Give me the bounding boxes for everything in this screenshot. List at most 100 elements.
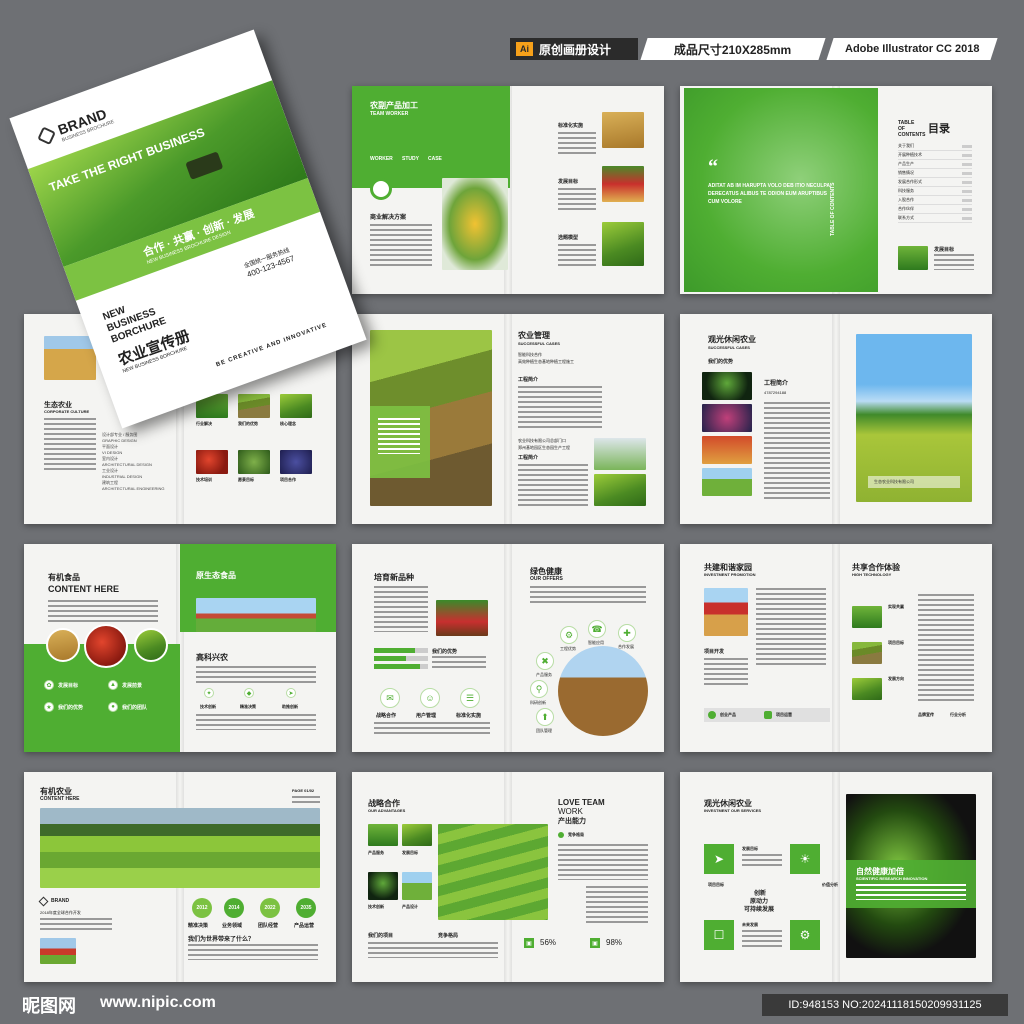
spread5-photo-0 [702, 372, 752, 400]
toc-item: 联系方式 [898, 214, 972, 223]
spread8-photo-r0 [852, 606, 882, 628]
footer-url[interactable]: www.nipic.com [100, 994, 216, 1012]
spread8-lines-2 [704, 658, 748, 686]
cooperation-icon: ✚ [618, 624, 636, 642]
spread-new-varieties: 培育新品种 我们的优势 ✉ ☺ ☰ 战略合作 用户管理 标准化实施 绿色健康 O… [352, 544, 664, 752]
spread1-title: 农副产品加工 [370, 101, 418, 110]
spread3-grid-label-2: 核心理念 [280, 421, 296, 426]
spread5-label: 我们的优势 [708, 359, 734, 365]
spread8-bottom-2: 品牌宣传 [918, 712, 934, 717]
toc-item: 合作伙伴 [898, 205, 972, 214]
chat-icon: ☐ [704, 920, 734, 950]
footer-id-box: ID:948153 NO:20241118150209931125 [762, 994, 1008, 1016]
spread2-footer: 发展目标 [934, 247, 955, 253]
spread6-subtitle: CONTENT HERE [48, 584, 120, 594]
spread3-grid-label-3: 技术培训 [196, 477, 212, 482]
spread2-toc-vertical: TABLE OF CONTENTS [830, 182, 836, 236]
spread9-year-label-3: 产品运营 [294, 923, 315, 929]
progress-fill [374, 664, 420, 669]
cover-tractor-icon [185, 151, 224, 180]
progress-fill [374, 648, 415, 653]
spread3-grid-photo-1 [238, 394, 270, 418]
spread4-label2: 工程简介 [518, 455, 539, 461]
spread3-lines [44, 418, 96, 472]
spread8-bottom-1: 项目运营 [776, 712, 792, 717]
spread-organic-food: 有机食品 CONTENT HERE ✿ 发展目标 ▲ 发展前景 ★ 我们的优势 … [24, 544, 336, 752]
spread10-stat1: 56% [540, 938, 557, 947]
spread9-year-circle-1: 2014 [224, 898, 244, 918]
spread8-photo-r2 [852, 678, 882, 700]
header-tag-software: Adobe Illustrator CC 2018 [826, 38, 998, 60]
spread-agri-management: 农业管理 SUCCESSFUL CASES 智能科技合作 高效种植生态基地种植工… [352, 314, 664, 524]
spread9-year-circle-0: 2012 [192, 898, 212, 918]
spread10-photo-3 [402, 872, 432, 900]
spread6-item-0: 发展目标 [58, 683, 79, 689]
spread7-progress-2 [374, 664, 428, 669]
spread3-grid-label-0: 行业解决 [196, 421, 212, 426]
spread6-bottom-lines [196, 714, 316, 730]
spread7-lines-2 [432, 656, 486, 670]
spread10-photo-0 [368, 824, 398, 846]
spread3-grid-label-5: 项目合作 [280, 477, 296, 482]
spread-strategic-cooperation: 战略合作 OUR ADVANTAGES 产品服务 发展目标 技术创新 产品设计 … [352, 772, 664, 982]
spread4-text4: 郑州基地园区生态园生产工程 [518, 445, 570, 450]
spread7-item-0: 战略合作 [376, 713, 397, 719]
spread3-service-list: 设计部专业 / 服务图 GRAPHIC DESIGN 平面设计 VI DESIG… [102, 432, 165, 492]
header-tag3: Adobe Illustrator CC 2018 [844, 43, 980, 55]
header-tag1: 原创画册设计 [539, 42, 612, 57]
spread1-text-lines [370, 224, 432, 268]
management-icon: ⬆ [536, 708, 554, 726]
spread1-photo-1 [602, 112, 644, 148]
spread4-box-lines [378, 418, 420, 454]
spread5-title: 观光休闲农业 [708, 335, 756, 344]
spread9-bottom-lines [188, 944, 318, 960]
spread8-right-sub: HIGH TECHNOLOGY [852, 572, 892, 577]
spread5-photo-3 [702, 468, 752, 496]
spread6-right-item-2: 助推创新 [282, 704, 298, 709]
spread3-grid-label-1: 我们的优势 [238, 421, 258, 426]
toc-item: 销售情况 [898, 169, 972, 178]
spread3-grid-photo-5 [280, 450, 312, 474]
spread4-lines-2 [518, 464, 588, 508]
year-2: 2022 [264, 905, 276, 911]
spread10-photo-2 [368, 872, 398, 900]
spread1-item-1: 发展目标 [558, 179, 579, 185]
spread2-toc-cn: 目录 [928, 123, 950, 135]
spread4-text2: 高效种植生态基地种植工程施工 [518, 359, 574, 364]
spread11-item-3: 未来发展 [742, 922, 758, 927]
spread1-corn-photo [442, 178, 508, 270]
spread7-lines-1 [374, 586, 428, 632]
spread3-grid-photo-3 [196, 450, 228, 474]
toc-item: 关于我们 [898, 142, 972, 151]
spread9-brand: BRAND [51, 898, 70, 904]
spread11-center3: 可持续发展 [744, 907, 775, 913]
spread6-lines [48, 600, 158, 624]
spread9-left-lines [40, 918, 112, 932]
spread1-item-0: 标准化实施 [558, 123, 584, 129]
year-3: 2035 [300, 905, 312, 911]
spread9-page: PAGE 01/02 [292, 788, 315, 793]
spread9-top-lines [292, 796, 320, 804]
spread8-lines-1 [756, 588, 826, 668]
service-item: ARCHITECTURAL ENGINEERING [102, 486, 165, 491]
ai-badge: Ai [516, 42, 533, 56]
spread5-lines [764, 402, 830, 502]
spread6-right-item-1: 精准决策 [240, 704, 256, 709]
spread-sightseeing: 观光休闲农业 SUCCESSFUL CASES 我们的优势 工程简介 47872… [680, 314, 992, 524]
spread8-r-item-0: 实现共赢 [888, 604, 904, 609]
spread8-bottom-0: 创业产品 [720, 712, 736, 717]
spread7-progress-label: 我们的优势 [432, 649, 458, 655]
toc-item: 入股合作 [898, 196, 972, 205]
spread3-hay-photo [44, 336, 96, 380]
boost-icon: ➤ [286, 688, 296, 698]
spread2-toc-en: TABLE OF CONTENTS [898, 120, 926, 138]
spread5-photo-1 [702, 404, 752, 432]
spread8-r-lines [918, 594, 974, 704]
spread4-label1: 工程简介 [518, 377, 539, 383]
stat-icon-2: ▣ [590, 938, 600, 948]
spread6-item-1: 发展前景 [122, 683, 143, 689]
spread-organic-agri: 有机农业 CONTENT HERE PAGE 01/02 BRAND 2018年… [24, 772, 336, 982]
spread9-year-circle-2: 2022 [260, 898, 280, 918]
spread9-brand-icon [38, 896, 49, 907]
spread4-title: 农业管理 [518, 331, 550, 340]
